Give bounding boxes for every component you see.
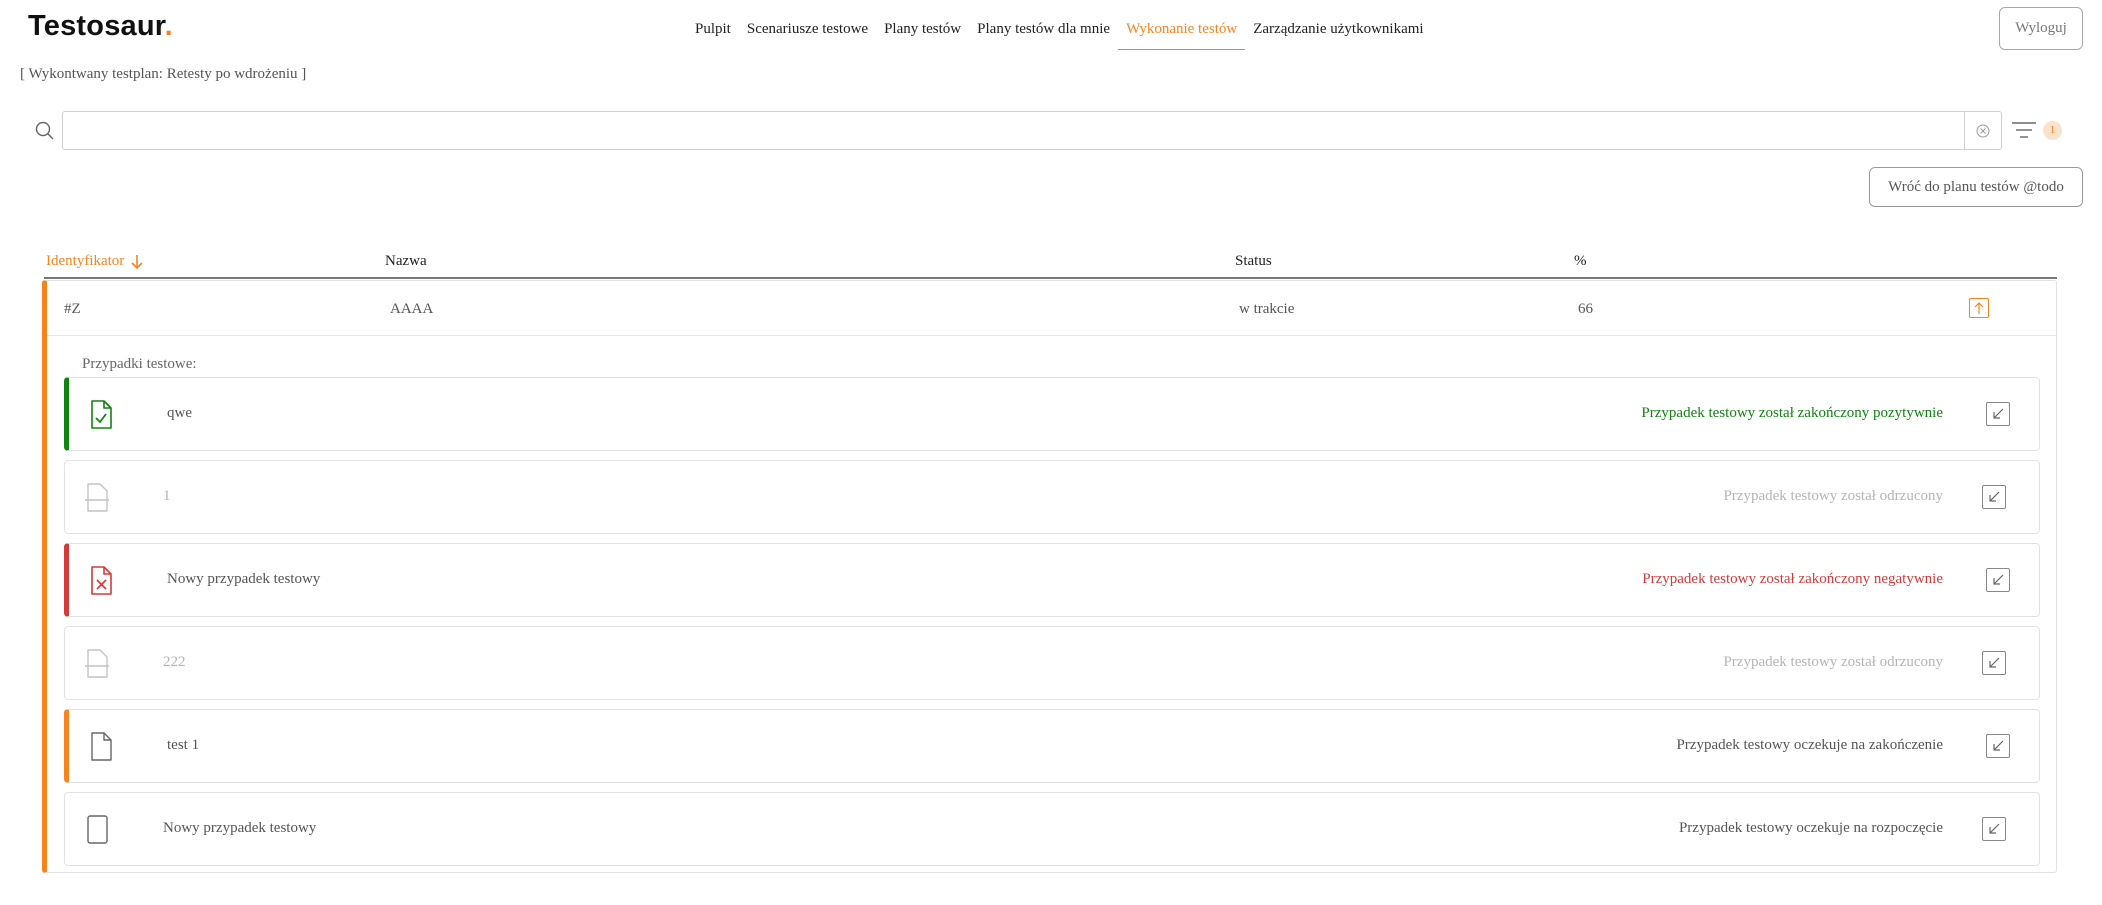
arrow-down-left-icon xyxy=(1989,823,2000,834)
nav-item-scenarios[interactable]: Scenariusze testowe xyxy=(739,0,876,50)
file-check-icon xyxy=(91,400,112,429)
test-case-name: qwe xyxy=(167,405,192,421)
column-header-name[interactable]: Nazwa xyxy=(385,253,427,270)
nav-item-pulpit[interactable]: Pulpit xyxy=(687,0,739,50)
file-failed-icon xyxy=(91,566,112,595)
test-plan-row-card: #Z AAAA w trakcie 66 Przypadki testowe: … xyxy=(42,280,2057,873)
test-case-status: Przypadek testowy został odrzucony xyxy=(1723,654,1943,670)
file-rejected-icon xyxy=(85,649,109,678)
column-header-id[interactable]: Identyfikator xyxy=(46,253,144,270)
open-test-case-button[interactable] xyxy=(1986,568,2010,592)
filter-icon[interactable] xyxy=(2012,121,2036,139)
open-test-case-button[interactable] xyxy=(1982,817,2006,841)
arrow-down-left-icon xyxy=(1993,408,2004,419)
arrow-down-left-icon xyxy=(1993,740,2004,751)
test-case-name: Nowy przypadek testowy xyxy=(167,571,321,587)
search-input[interactable] xyxy=(63,112,1964,149)
test-case-status: Przypadek testowy oczekuje na rozpoczęci… xyxy=(1678,820,1943,836)
test-cases-label: Przypadki testowe: xyxy=(82,356,197,372)
open-test-case-button[interactable] xyxy=(1982,485,2006,509)
row-id: #Z xyxy=(64,301,81,317)
blank-file-icon xyxy=(87,815,108,844)
test-case-status: Przypadek testowy został zakończony nega… xyxy=(1642,571,1943,587)
row-name: AAAA xyxy=(390,301,434,317)
test-case-item[interactable]: 222 Przypadek testowy został odrzucony xyxy=(64,626,2040,700)
test-case-item[interactable]: 1 Przypadek testowy został odrzucony xyxy=(64,460,2040,534)
executed-plan-label: [ Wykontwany testplan: Retesty po wdroże… xyxy=(20,66,307,82)
test-case-item[interactable]: Nowy przypadek testowy Przypadek testowy… xyxy=(64,792,2040,866)
app-logo[interactable]: Testosaur. xyxy=(28,10,173,43)
logout-button[interactable]: Wyloguj xyxy=(1999,7,2083,50)
arrow-down-left-icon xyxy=(1989,657,2000,668)
arrow-down-left-icon xyxy=(1993,574,2004,585)
test-case-status: Przypadek testowy został odrzucony xyxy=(1723,488,1943,504)
test-case-item[interactable]: test 1 Przypadek testowy oczekuje na zak… xyxy=(64,709,2040,783)
test-case-name: 222 xyxy=(163,654,186,670)
test-case-status: Przypadek testowy został zakończony pozy… xyxy=(1641,405,1943,421)
column-header-status[interactable]: Status xyxy=(1235,253,1272,270)
test-case-name: test 1 xyxy=(167,737,200,753)
open-test-case-button[interactable] xyxy=(1986,402,2010,426)
test-case-item[interactable]: qwe Przypadek testowy został zakończony … xyxy=(64,377,2040,451)
nav-item-user-management[interactable]: Zarządzanie użytkownikami xyxy=(1245,0,1431,50)
open-test-case-button[interactable] xyxy=(1986,734,2010,758)
arrow-down-left-icon xyxy=(1989,491,2000,502)
file-rejected-icon xyxy=(85,483,109,512)
test-case-name: 1 xyxy=(163,488,171,504)
collapse-row-button[interactable] xyxy=(1969,298,1989,318)
arrow-down-icon xyxy=(131,254,143,269)
nav-item-my-test-plans[interactable]: Plany testów dla mnie xyxy=(969,0,1118,50)
table-header-divider xyxy=(44,277,2057,279)
arrow-up-icon xyxy=(1974,302,1984,314)
test-case-item[interactable]: Nowy przypadek testowy Przypadek testowy… xyxy=(64,543,2040,617)
table-row[interactable]: #Z AAAA w trakcie 66 xyxy=(47,281,2056,336)
nav-item-test-plans[interactable]: Plany testów xyxy=(876,0,969,50)
back-to-plan-button[interactable]: Wróć do planu testów @todo xyxy=(1869,167,2083,207)
nav-item-test-execution[interactable]: Wykonanie testów xyxy=(1118,0,1246,50)
search-icon xyxy=(35,121,54,140)
column-header-percent[interactable]: % xyxy=(1574,253,1587,270)
filter-count-badge: 1 xyxy=(2043,121,2062,140)
search-box xyxy=(62,111,2002,150)
clear-icon xyxy=(1976,124,1990,137)
open-test-case-button[interactable] xyxy=(1982,651,2006,675)
clear-search-button[interactable] xyxy=(1964,112,2001,149)
row-status: w trakcie xyxy=(1239,301,1295,317)
test-case-status: Przypadek testowy oczekuje na zakończeni… xyxy=(1676,737,1943,753)
row-percent: 66 xyxy=(1578,301,1593,317)
column-header-id-label: Identyfikator xyxy=(46,253,125,269)
file-icon xyxy=(91,732,112,761)
main-nav: Pulpit Scenariusze testowe Plany testów … xyxy=(687,0,1432,50)
test-case-name: Nowy przypadek testowy xyxy=(163,820,317,836)
